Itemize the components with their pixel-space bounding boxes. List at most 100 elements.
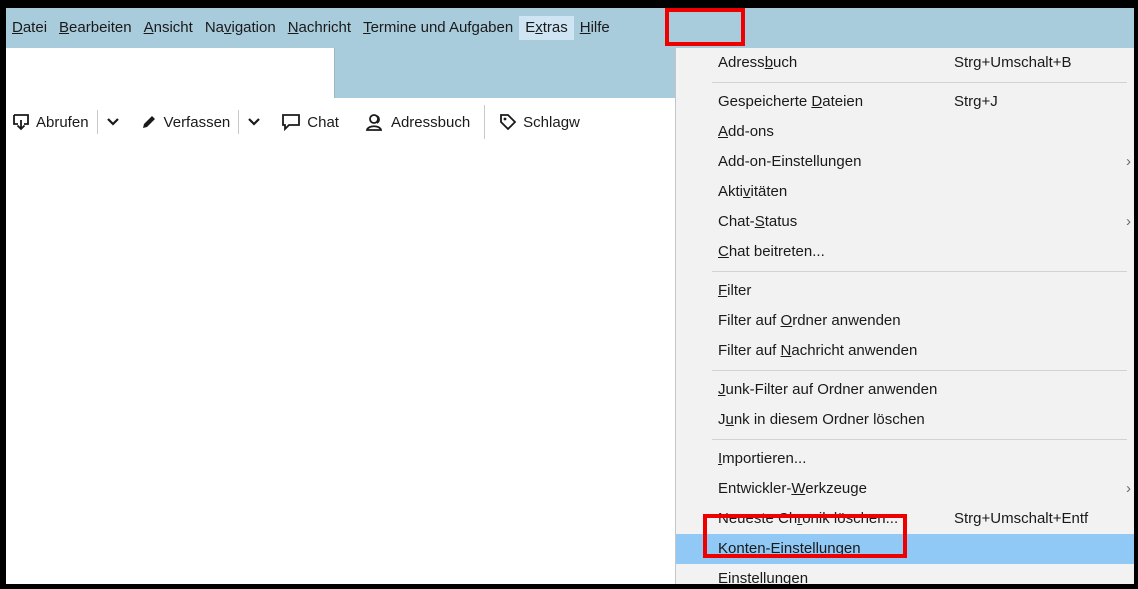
menu-item-label-key: C <box>718 243 729 260</box>
menu-item-label-pre: Entwickler- <box>718 480 792 497</box>
menu-item-label-pre: Add-on-Einstellun <box>718 153 837 170</box>
menu-label-post: nsicht <box>153 19 193 36</box>
menu-item-label-pre: Akti <box>718 183 744 200</box>
menu-item-label-key: g <box>836 153 845 170</box>
menu-ansicht[interactable]: Ansicht <box>138 16 199 40</box>
address-book-label: Adressbuch <box>390 113 471 131</box>
menu-item-label-post: ilter <box>727 282 752 299</box>
menu-hilfe[interactable]: Hilfe <box>574 16 616 40</box>
menu-separator <box>712 439 1127 440</box>
menu-item-label-key: O <box>780 312 793 329</box>
menu-item[interactable]: Gespeicherte Dateien Strg+J <box>676 87 1134 117</box>
menu-item[interactable]: Einstellungen <box>676 564 1134 584</box>
menu-item[interactable]: Chat-Status › <box>676 207 1134 237</box>
menu-item-label-key: F <box>718 282 728 299</box>
menu-item[interactable]: Chat beitreten... <box>676 237 1134 267</box>
menu-item[interactable]: Junk in diesem Ordner löschen <box>676 405 1134 435</box>
menu-item-label-post: en <box>844 153 862 170</box>
menu-item-label-key: K <box>718 540 729 557</box>
menu-termine[interactable]: Termine und Aufgaben <box>357 16 519 40</box>
menu-label-post: igation <box>231 19 276 36</box>
menu-datei[interactable]: Datei <box>6 16 53 40</box>
menu-item-label: Filter <box>718 282 751 299</box>
menu-item[interactable]: Add-on-Einstellungen › <box>676 147 1134 177</box>
menu-item[interactable]: Neueste Chronik löschen... Strg+Umschalt+… <box>676 504 1134 534</box>
menu-item-label-pre: Gespeicherte <box>718 93 812 110</box>
compose-button[interactable]: Verfassen <box>134 106 237 138</box>
menu-item-label: Konten-Einstellungen <box>718 540 861 557</box>
menu-label-key: x <box>535 19 543 36</box>
menu-item-shortcut: Strg+Umschalt+Entf <box>954 510 1089 527</box>
submenu-arrow-icon: › <box>1126 480 1131 497</box>
menu-item-label-post: mportieren... <box>722 450 807 467</box>
menu-item[interactable]: Filter <box>676 276 1134 306</box>
submenu-arrow-icon: › <box>1126 213 1131 230</box>
menu-item-label-post: onik löschen... <box>802 510 899 527</box>
menu-label-post: earbeiten <box>69 19 132 36</box>
menu-item-label-key: W <box>791 480 806 497</box>
menu-item-label-pre: Filter auf <box>718 312 781 329</box>
menu-item-label: Entwickler-Werkzeuge <box>718 480 867 497</box>
menu-item-label-post: itäten <box>750 183 788 200</box>
menu-item[interactable]: Filter auf Ordner anwenden <box>676 306 1134 336</box>
menu-nachricht[interactable]: Nachricht <box>282 16 357 40</box>
extras-dropdown-menu: Adressbuch Strg+Umschalt+B Gespeicherte Da… <box>675 48 1134 584</box>
menu-item-label: Filter auf Ordner anwenden <box>718 312 901 329</box>
menu-item-label: Neueste Chronik löschen... <box>718 510 898 527</box>
menu-item[interactable]: Entwickler-Werkzeuge › <box>676 474 1134 504</box>
menu-label-pre: E <box>525 19 536 36</box>
toolbar-divider <box>238 110 240 134</box>
menu-item-label: Aktivitäten <box>718 183 787 200</box>
menu-label-pre: Na <box>204 19 224 36</box>
menu-label-key: v <box>224 19 232 36</box>
compose-dropdown[interactable] <box>241 106 267 138</box>
chat-bubble-icon <box>282 114 301 131</box>
menu-item-label-key: E <box>718 570 729 584</box>
tab-mail[interactable] <box>6 48 335 98</box>
menu-item-label-post: rdner anwenden <box>792 312 901 329</box>
menu-label-post: atei <box>22 19 48 36</box>
menu-item[interactable]: Aktivitäten <box>676 177 1134 207</box>
tags-label: Schlagw <box>523 113 580 131</box>
chevron-down-icon <box>248 118 261 126</box>
tags-button[interactable]: Schlagw <box>493 106 586 138</box>
menu-item-label-key: N <box>780 342 792 359</box>
menu-item-label: Chat beitreten... <box>718 243 825 260</box>
get-messages-dropdown[interactable] <box>100 106 126 138</box>
menu-item-label-key: S <box>754 213 765 230</box>
chat-button[interactable]: Chat <box>275 106 345 138</box>
menu-item-label: Adressbuch <box>718 54 797 71</box>
menu-item[interactable]: Junk-Filter auf Ordner anwenden <box>676 375 1134 405</box>
menu-item[interactable]: Adressbuch Strg+Umschalt+B <box>676 48 1134 78</box>
menu-item-label-post: instellungen <box>728 570 809 584</box>
menu-item-label-post: achricht anwenden <box>791 342 918 359</box>
menu-bearbeiten[interactable]: Bearbeiten <box>53 16 138 40</box>
menu-item-label-pre: Chat- <box>718 213 755 230</box>
menu-item[interactable]: Konten-Einstellungen <box>676 534 1134 564</box>
menu-item-label-pre: Neueste Ch <box>718 510 798 527</box>
menu-label-key: H <box>579 19 591 36</box>
get-messages-button[interactable]: Abrufen <box>6 106 95 138</box>
menu-extras[interactable]: Extras <box>519 16 574 40</box>
menu-item[interactable]: Add-ons <box>676 117 1134 147</box>
menu-item[interactable]: Importieren... <box>676 444 1134 474</box>
menu-item-label: Einstellungen <box>718 570 808 584</box>
menu-item-label-key: b <box>764 54 774 71</box>
menu-item-label: Junk-Filter auf Ordner anwenden <box>718 381 937 398</box>
menu-item-label-pre: J <box>718 411 726 428</box>
menu-label-post: ermine und Aufgaben <box>370 19 514 36</box>
menu-label-post: ilfe <box>590 19 610 36</box>
menu-label-key: N <box>287 19 299 36</box>
menu-item-label-post: dd-ons <box>728 123 774 140</box>
thunderbird-window: Datei Bearbeiten Ansicht Navigation Nachrich… <box>6 8 1134 584</box>
menu-item-label-post: ateien <box>822 93 864 110</box>
menu-navigation[interactable]: Navigation <box>199 16 282 40</box>
menu-separator <box>712 370 1127 371</box>
menu-item-shortcut: Strg+Umschalt+B <box>954 54 1072 71</box>
compose-label: Verfassen <box>163 113 231 131</box>
address-book-button[interactable]: Adressbuch <box>359 106 476 138</box>
menu-item-label-key: A <box>718 123 729 140</box>
menu-label-post: achricht <box>298 19 352 36</box>
menu-item-label-pre: Filter auf <box>718 342 781 359</box>
menu-item[interactable]: Filter auf Nachricht anwenden <box>676 336 1134 366</box>
